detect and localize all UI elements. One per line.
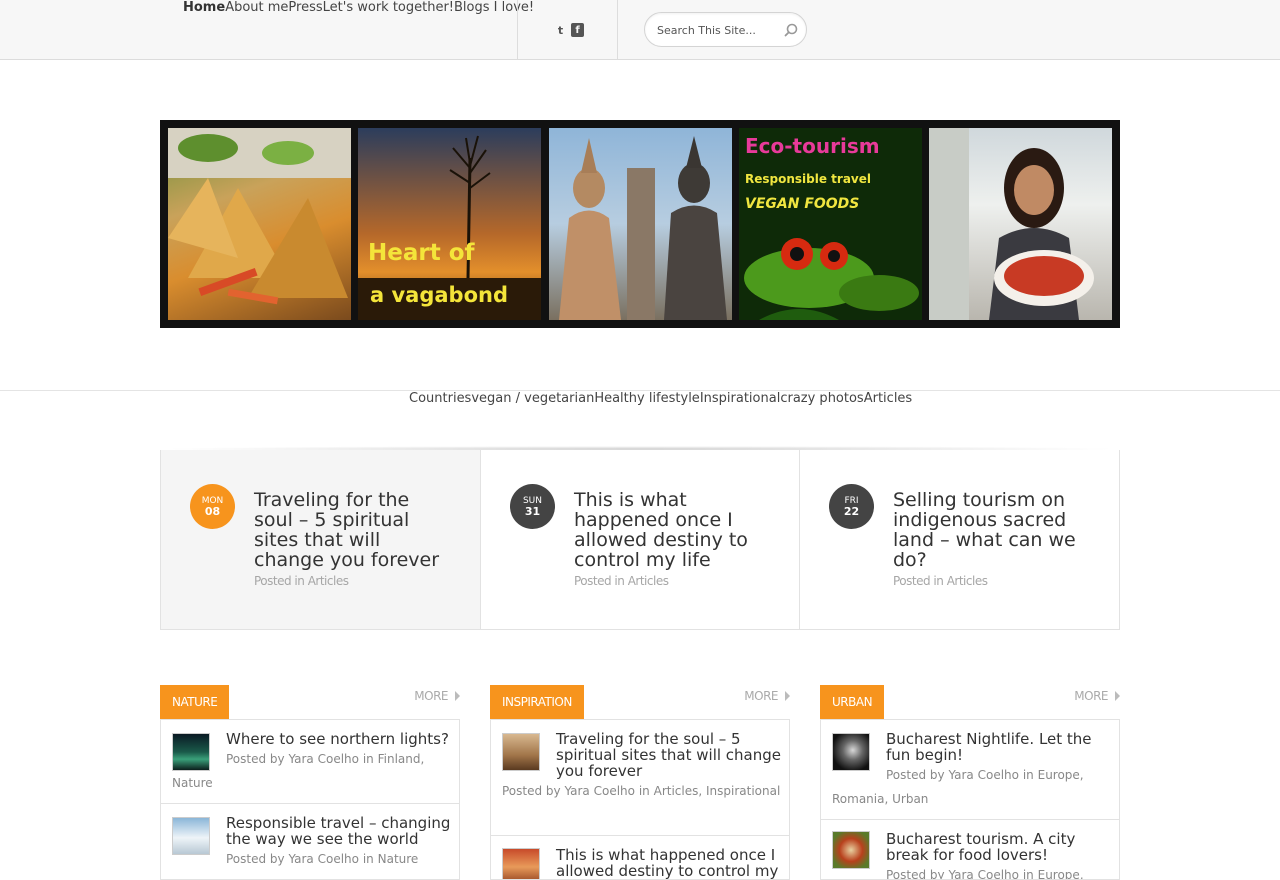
list-item: Bucharest Nightlife. Let the fun begin! … bbox=[821, 720, 1119, 820]
author-link[interactable]: Yara Coelho bbox=[288, 852, 359, 866]
post-title[interactable]: Bucharest Nightlife. Let the fun begin! bbox=[886, 731, 1111, 763]
banner-eco-line-2: VEGAN FOODS bbox=[745, 196, 860, 212]
nav-item-work-together[interactable]: Let's work together! bbox=[323, 0, 454, 16]
featured-post: SUN 31 This is what happened once I allo… bbox=[481, 450, 800, 629]
category-links[interactable]: Europe, bbox=[1038, 868, 1084, 879]
post-meta: Posted by Yara Coelho in Europe, bbox=[886, 868, 1084, 880]
samosa-illustration bbox=[168, 128, 351, 305]
featured-post-meta: Posted in Articles bbox=[893, 574, 988, 588]
post-meta: Posted by Yara Coelho in Nature bbox=[226, 852, 419, 866]
category-item-articles[interactable]: Articles bbox=[864, 391, 912, 407]
category-item-vegan[interactable]: vegan / vegetarian bbox=[471, 391, 594, 407]
divider bbox=[617, 0, 618, 59]
more-link[interactable]: MORE bbox=[414, 689, 460, 703]
more-link[interactable]: MORE bbox=[1074, 689, 1120, 703]
category-item-countries[interactable]: Countries bbox=[409, 391, 471, 407]
featured-post-meta: Posted in Articles bbox=[574, 574, 669, 588]
nav-item-blogs-i-love[interactable]: Blogs I love! bbox=[454, 0, 534, 16]
category-navigation: Countries vegan / vegetarian Healthy lif… bbox=[409, 391, 912, 407]
portrait-illustration bbox=[929, 128, 1094, 320]
arrow-right-icon bbox=[1115, 691, 1120, 701]
post-thumbnail[interactable] bbox=[502, 733, 540, 771]
buddha-illustration bbox=[559, 136, 727, 320]
featured-post: MON 08 Traveling for the soul – 5 spirit… bbox=[161, 450, 481, 629]
author-link[interactable]: Yara Coelho bbox=[948, 868, 1019, 879]
banner-title-line-1: Heart of bbox=[368, 240, 475, 266]
post-title[interactable]: Traveling for the soul – 5 spiritual sit… bbox=[556, 731, 781, 779]
banner-eco-title: Eco-tourism bbox=[745, 134, 880, 158]
column-body: Traveling for the soul – 5 spiritual sit… bbox=[490, 719, 790, 880]
category-column-urban: URBAN MORE Bucharest Nightlife. Let the … bbox=[820, 685, 1120, 880]
featured-posts: MON 08 Traveling for the soul – 5 spirit… bbox=[160, 450, 1120, 630]
author-link[interactable]: Yara Coelho bbox=[288, 752, 359, 766]
featured-post: FRI 22 Selling tourism on indigenous sac… bbox=[800, 450, 1119, 629]
banner-eco-panel: Eco-tourism Responsible travel VEGAN FOO… bbox=[739, 128, 922, 320]
search-box bbox=[644, 12, 807, 47]
category-item-inspirational[interactable]: Inspirational bbox=[700, 391, 781, 407]
list-item: This is what happened once I allowed des… bbox=[491, 836, 789, 879]
twitter-icon[interactable]: t bbox=[554, 23, 567, 37]
search-input[interactable] bbox=[657, 21, 777, 39]
column-body: Where to see northern lights? Posted by … bbox=[160, 719, 460, 880]
featured-post-title[interactable]: This is what happened once I allowed des… bbox=[574, 490, 769, 570]
search-icon[interactable] bbox=[783, 22, 799, 38]
post-meta: Posted by Yara Coelho in Finland, Nature bbox=[172, 752, 425, 790]
category-link[interactable]: Articles bbox=[947, 574, 988, 588]
arrow-right-icon bbox=[785, 691, 790, 701]
post-meta: Posted by Yara Coelho in Europe, Romania… bbox=[832, 768, 1084, 806]
column-tab[interactable]: NATURE bbox=[160, 685, 230, 719]
date-badge: FRI 22 bbox=[829, 484, 874, 529]
date-badge: SUN 31 bbox=[510, 484, 555, 529]
more-link[interactable]: MORE bbox=[744, 689, 790, 703]
list-item: Where to see northern lights? Posted by … bbox=[161, 720, 459, 804]
author-link[interactable]: Yara Coelho bbox=[564, 784, 635, 798]
facebook-icon[interactable]: f bbox=[571, 23, 584, 37]
category-column-inspiration: INSPIRATION MORE Traveling for the soul … bbox=[490, 685, 790, 880]
arrow-right-icon bbox=[455, 691, 460, 701]
category-link[interactable]: Articles bbox=[628, 574, 669, 588]
banner-eco-line-1: Responsible travel bbox=[745, 172, 871, 186]
banner-title-line-2: a vagabond bbox=[370, 283, 508, 307]
category-link[interactable]: Articles bbox=[308, 574, 349, 588]
banner-food-panel bbox=[168, 128, 351, 320]
post-title[interactable]: Responsible travel – changing the way we… bbox=[226, 815, 456, 847]
category-links[interactable]: Articles, Inspirational bbox=[654, 784, 781, 798]
featured-post-title[interactable]: Selling tourism on indigenous sacred lan… bbox=[893, 490, 1088, 570]
date-badge: MON 08 bbox=[190, 484, 235, 529]
banner-portrait-panel bbox=[929, 128, 1112, 320]
nav-item-press[interactable]: Press bbox=[288, 0, 322, 16]
divider bbox=[517, 0, 518, 59]
banner-temple-panel bbox=[549, 128, 732, 320]
featured-post-meta: Posted in Articles bbox=[254, 574, 349, 588]
social-links: t f bbox=[554, 23, 584, 37]
category-item-crazy-photos[interactable]: crazy photos bbox=[780, 391, 863, 407]
column-tab[interactable]: INSPIRATION bbox=[490, 685, 584, 719]
category-bar: Countries vegan / vegetarian Healthy lif… bbox=[0, 390, 1280, 450]
category-column-nature: NATURE MORE Where to see northern lights… bbox=[160, 685, 460, 880]
category-links[interactable]: Nature bbox=[378, 852, 419, 866]
list-item: Traveling for the soul – 5 spiritual sit… bbox=[491, 720, 789, 836]
category-item-healthy-lifestyle[interactable]: Healthy lifestyle bbox=[594, 391, 700, 407]
nav-item-home[interactable]: Home bbox=[183, 0, 225, 16]
list-item: Responsible travel – changing the way we… bbox=[161, 804, 459, 879]
post-title[interactable]: This is what happened once I allowed des… bbox=[556, 847, 781, 879]
top-navigation: Home About me Press Let's work together!… bbox=[183, 0, 534, 16]
top-bar: Home About me Press Let's work together!… bbox=[0, 0, 1280, 60]
column-tab[interactable]: URBAN bbox=[820, 685, 885, 719]
list-item: Bucharest tourism. A city break for food… bbox=[821, 820, 1119, 880]
post-title[interactable]: Bucharest tourism. A city break for food… bbox=[886, 831, 1111, 863]
featured-post-title[interactable]: Traveling for the soul – 5 spiritual sit… bbox=[254, 490, 449, 570]
column-body: Bucharest Nightlife. Let the fun begin! … bbox=[820, 719, 1120, 880]
nav-item-about-me[interactable]: About me bbox=[225, 0, 288, 16]
banner-title-panel: Heart of a vagabond bbox=[358, 128, 541, 320]
header-banner[interactable]: Heart of a vagabond Eco-tourism Responsi… bbox=[160, 120, 1120, 328]
author-link[interactable]: Yara Coelho bbox=[948, 768, 1019, 782]
post-thumbnail[interactable] bbox=[502, 848, 540, 879]
post-meta: Posted by Yara Coelho in Articles, Inspi… bbox=[502, 784, 781, 798]
post-title[interactable]: Where to see northern lights? bbox=[226, 731, 456, 747]
